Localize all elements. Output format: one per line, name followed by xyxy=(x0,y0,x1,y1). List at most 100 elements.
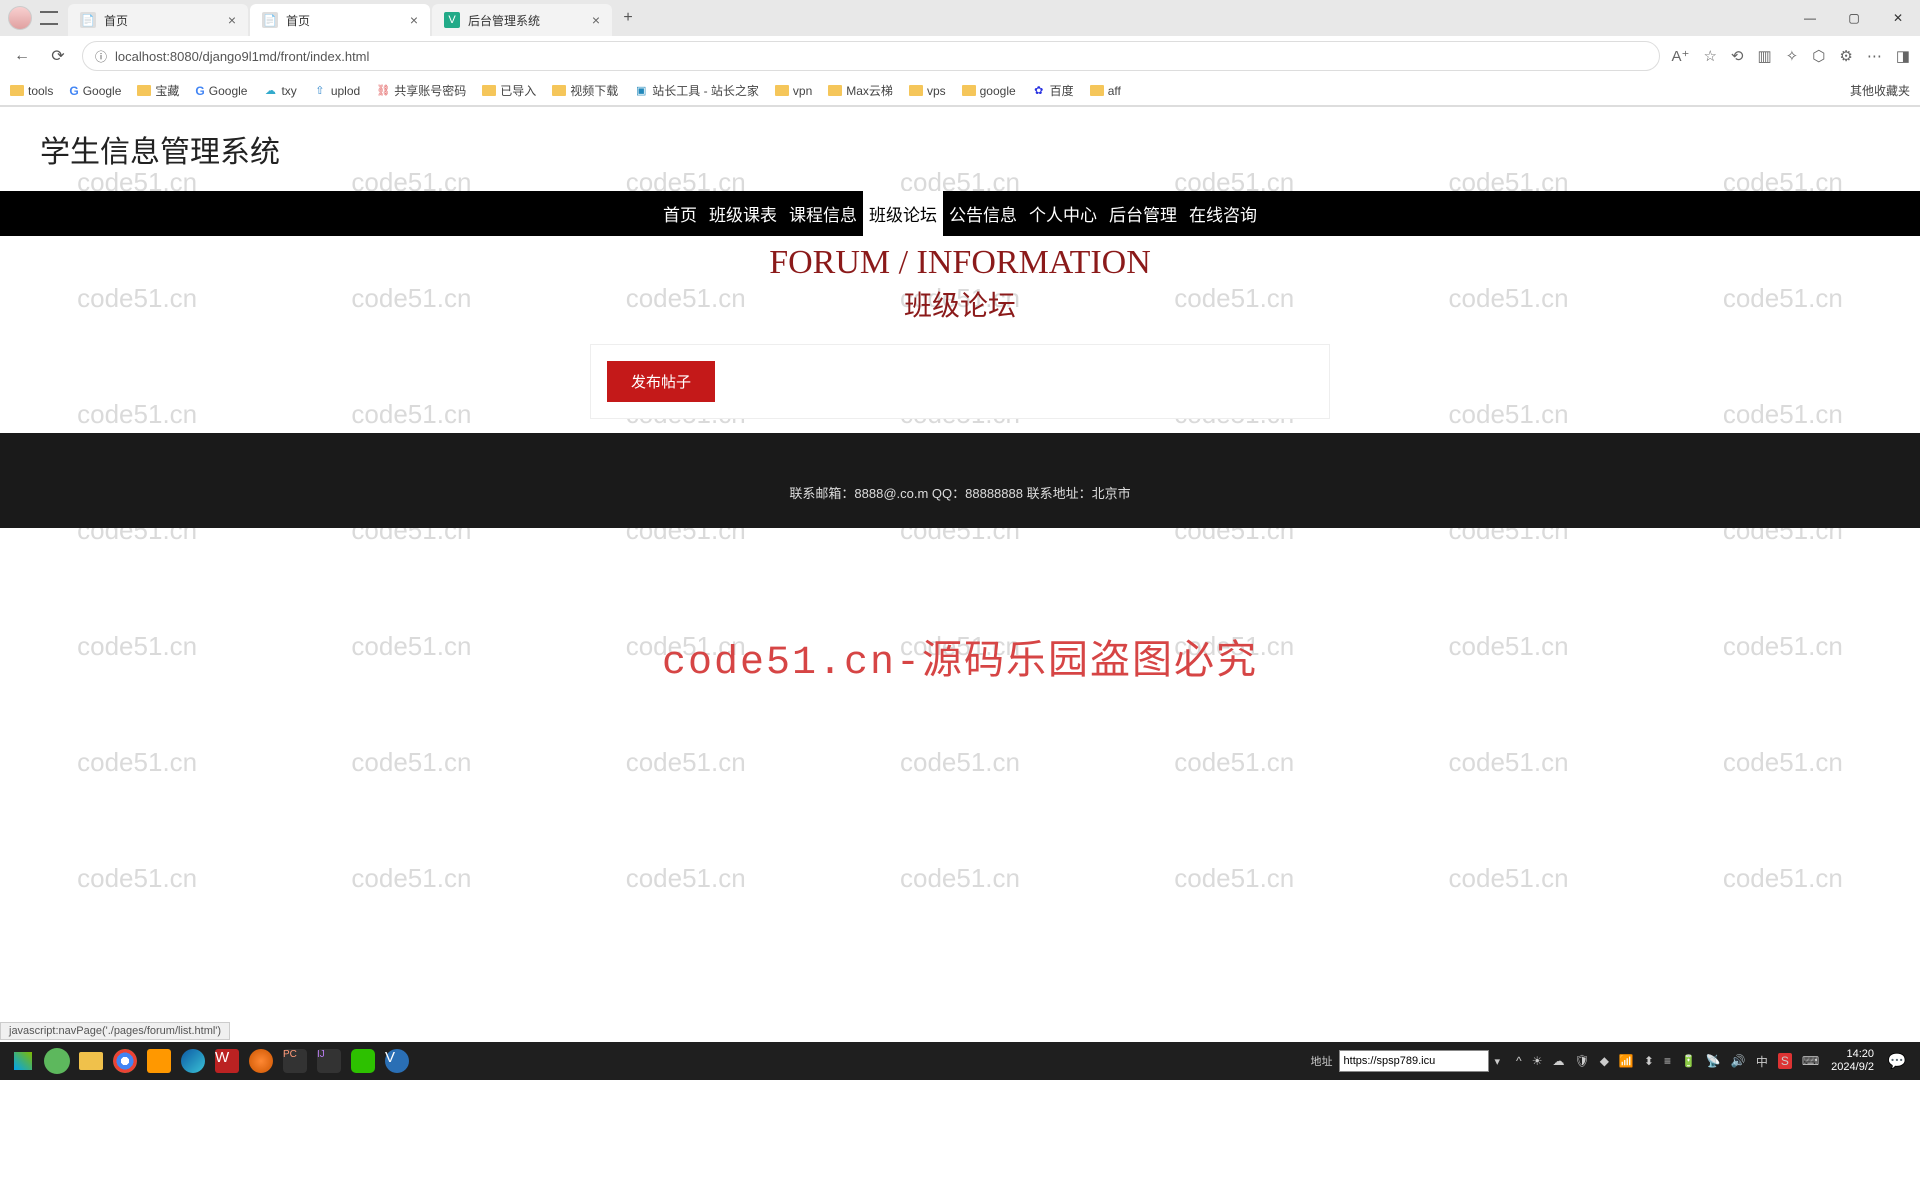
big-watermark: code51.cn-源码乐园盗图必究 xyxy=(662,627,1258,686)
footer-contact: 联系邮箱：8888@.co.m QQ：88888888 联系地址：北京市 xyxy=(789,486,1130,501)
sidebar-icon[interactable]: ◨ xyxy=(1896,47,1910,65)
bookmark-imported[interactable]: 已导入 xyxy=(482,82,536,99)
taskbar-app-icon[interactable]: W xyxy=(210,1046,244,1076)
minimize-icon[interactable]: — xyxy=(1788,2,1832,34)
tray-battery-icon[interactable]: 🔋 xyxy=(1681,1054,1696,1068)
cloud-icon: ☁ xyxy=(263,84,277,98)
bookmark-video[interactable]: 视频下载 xyxy=(552,82,618,99)
taskbar-clock[interactable]: 14:20 2024/9/2 xyxy=(1831,1048,1874,1074)
read-aloud-icon[interactable]: A⁺ xyxy=(1672,47,1690,65)
heading-en: FORUM / INFORMATION xyxy=(0,244,1920,282)
site-header: 学生信息管理系统 xyxy=(0,107,1920,191)
tab-bar: 📄 首页 × 📄 首页 × V 后台管理系统 × + — ▢ ✕ xyxy=(0,0,1920,36)
bookmark-vpn[interactable]: vpn xyxy=(775,84,812,98)
tray-bt-icon[interactable]: ⬍ xyxy=(1644,1054,1654,1068)
start-button[interactable] xyxy=(6,1046,40,1076)
taskbar-edge-icon[interactable] xyxy=(176,1046,210,1076)
taskbar-browser-icon[interactable] xyxy=(40,1046,74,1076)
tray-weather-icon[interactable]: ☀ xyxy=(1532,1054,1543,1068)
nav-courses[interactable]: 课程信息 xyxy=(783,191,863,236)
addr-label: 地址 xyxy=(1311,1053,1333,1069)
nav-profile[interactable]: 个人中心 xyxy=(1023,191,1103,236)
tray-app-icon[interactable]: ◆ xyxy=(1600,1054,1609,1068)
new-tab-button[interactable]: + xyxy=(614,4,642,32)
back-button[interactable]: ← xyxy=(10,44,34,68)
folder-icon xyxy=(552,85,566,96)
close-icon[interactable]: × xyxy=(410,12,418,28)
taskbar-wechat-icon[interactable] xyxy=(346,1046,380,1076)
bookmark-uplod[interactable]: ⇧uplod xyxy=(313,84,360,98)
tray-ime-icon[interactable]: 中 xyxy=(1756,1053,1768,1070)
taskbar-app2-icon[interactable] xyxy=(244,1046,278,1076)
close-icon[interactable]: × xyxy=(228,12,236,28)
site-info-icon[interactable]: ⓘ xyxy=(95,48,107,65)
tray-shield-icon[interactable]: 🛡 xyxy=(1574,1054,1589,1068)
nav-consult[interactable]: 在线咨询 xyxy=(1183,191,1263,236)
tray-up-icon[interactable]: ^ xyxy=(1516,1054,1522,1068)
tray-keyboard-icon[interactable]: ⌨ xyxy=(1802,1054,1819,1068)
bookmark-google1[interactable]: GGoogle xyxy=(69,84,121,98)
taskbar-ide2-icon[interactable]: IJ xyxy=(312,1046,346,1076)
upload-icon: ⇧ xyxy=(313,84,327,98)
nav-forum[interactable]: 班级论坛 xyxy=(863,191,943,236)
chevron-down-icon[interactable]: ▾ xyxy=(1495,1055,1501,1068)
browser-tab-0[interactable]: 📄 首页 × xyxy=(68,4,248,36)
tab-overview-icon[interactable] xyxy=(40,11,58,25)
refresh-button[interactable]: ⟳ xyxy=(46,44,70,68)
favicon-icon: V xyxy=(444,12,460,28)
tray-net-icon[interactable]: 📶 xyxy=(1619,1054,1634,1068)
nav-announce[interactable]: 公告信息 xyxy=(943,191,1023,236)
close-icon[interactable]: × xyxy=(592,12,600,28)
nav-schedule[interactable]: 班级课表 xyxy=(703,191,783,236)
extensions-icon[interactable]: ✧ xyxy=(1786,47,1799,65)
nav-admin[interactable]: 后台管理 xyxy=(1103,191,1183,236)
site-title: 学生信息管理系统 xyxy=(40,127,1880,171)
tray-menu-icon[interactable]: ≡ xyxy=(1664,1054,1671,1068)
maximize-icon[interactable]: ▢ xyxy=(1832,2,1876,34)
bookmark-webmaster[interactable]: ▣站长工具 - 站长之家 xyxy=(634,82,759,99)
baidu-icon: ✿ xyxy=(1032,84,1046,98)
bookmark-google3[interactable]: google xyxy=(962,84,1016,98)
taskbar-sublime-icon[interactable] xyxy=(142,1046,176,1076)
taskbar-ide1-icon[interactable]: PC xyxy=(278,1046,312,1076)
taskbar-addr-input[interactable] xyxy=(1339,1050,1489,1072)
notifications-icon[interactable]: 💬 xyxy=(1880,1046,1914,1076)
tray-wifi-icon[interactable]: 📡 xyxy=(1706,1054,1721,1068)
menu-icon[interactable]: ⋯ xyxy=(1867,47,1882,65)
collections-icon[interactable]: ▥ xyxy=(1757,47,1771,65)
profile-avatar-icon[interactable] xyxy=(8,6,32,30)
favorite-icon[interactable]: ☆ xyxy=(1703,47,1716,65)
extension-icon[interactable]: ⬡ xyxy=(1812,47,1825,65)
nav-home[interactable]: 首页 xyxy=(657,191,703,236)
bookmark-vps[interactable]: vps xyxy=(909,84,946,98)
window-controls: — ▢ ✕ xyxy=(1788,2,1920,34)
bookmark-treasure[interactable]: 宝藏 xyxy=(137,82,179,99)
extension2-icon[interactable]: ⚙ xyxy=(1839,47,1852,65)
forum-container: 发布帖子 xyxy=(590,344,1330,419)
clock-date: 2024/9/2 xyxy=(1831,1061,1874,1074)
bookmark-baidu[interactable]: ✿百度 xyxy=(1032,82,1074,99)
bookmark-shared[interactable]: ⛓共享账号密码 xyxy=(376,82,466,99)
browser-tab-1[interactable]: 📄 首页 × xyxy=(250,4,430,36)
tray-cloud-icon[interactable]: ☁ xyxy=(1552,1054,1564,1068)
tray-s-icon[interactable]: S xyxy=(1778,1053,1792,1069)
post-button[interactable]: 发布帖子 xyxy=(607,361,715,402)
taskbar-explorer-icon[interactable] xyxy=(74,1046,108,1076)
bookmark-max[interactable]: Max云梯 xyxy=(828,82,893,99)
tray-volume-icon[interactable]: 🔊 xyxy=(1731,1054,1746,1068)
bookmark-google2[interactable]: GGoogle xyxy=(195,84,247,98)
bookmark-txy[interactable]: ☁txy xyxy=(263,84,296,98)
sync-icon[interactable]: ⟲ xyxy=(1731,47,1744,65)
taskbar-chrome-icon[interactable] xyxy=(108,1046,142,1076)
url-input[interactable]: ⓘ localhost:8080/django9l1md/front/index… xyxy=(82,41,1660,71)
folder-icon xyxy=(1090,85,1104,96)
bookmark-aff[interactable]: aff xyxy=(1090,84,1121,98)
close-window-icon[interactable]: ✕ xyxy=(1876,2,1920,34)
bookmark-other[interactable]: 其他收藏夹 xyxy=(1846,82,1910,99)
section-heading: FORUM / INFORMATION 班级论坛 xyxy=(0,236,1920,324)
taskbar-v-icon[interactable]: V xyxy=(380,1046,414,1076)
browser-tab-2[interactable]: V 后台管理系统 × xyxy=(432,4,612,36)
bookmarks-bar: tools GGoogle 宝藏 GGoogle ☁txy ⇧uplod ⛓共享… xyxy=(0,76,1920,106)
bookmark-tools[interactable]: tools xyxy=(10,84,53,98)
site-footer: 联系邮箱：8888@.co.m QQ：88888888 联系地址：北京市 xyxy=(0,433,1920,528)
